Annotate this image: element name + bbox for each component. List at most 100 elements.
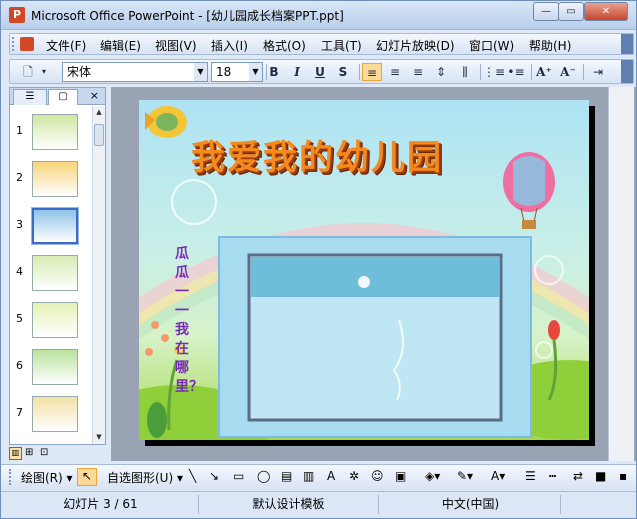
menu-grip-icon[interactable] [12,37,15,51]
font-color-icon[interactable]: A▾ [491,469,505,483]
menu-tools[interactable]: 工具(T) [321,37,362,54]
divider [583,64,584,80]
thumbnail-image[interactable] [31,207,79,245]
line-icon[interactable]: ╲ [189,469,196,483]
fill-color-icon[interactable]: ◈▾ [425,469,440,483]
slide-title[interactable]: 我爱我的幼儿园 [191,130,443,179]
menu-slideshow[interactable]: 幻灯片放映(D) [376,37,455,54]
dash-style-icon[interactable]: ┅ [549,469,556,483]
toolbar-options-icon[interactable]: ▾ [38,63,50,81]
menu-insert[interactable]: 插入(I) [211,37,248,54]
font-value: 宋体 [67,65,92,79]
close-icon[interactable]: × [90,89,99,102]
chevron-down-icon[interactable]: ▼ [194,63,207,81]
slideshow-view-icon[interactable]: ⊡ [40,447,48,458]
menu-window[interactable]: 窗口(W) [469,37,514,54]
thumbnail-image[interactable] [32,255,78,291]
slide-thumbnail[interactable]: 1 [10,112,92,156]
slide-thumbnail[interactable]: 5 [10,300,92,344]
slide-number: 1 [16,124,23,137]
3d-style-icon[interactable]: ▪ [619,469,627,483]
drawbar-grip-icon[interactable] [9,469,12,485]
bold-icon[interactable]: B [264,63,284,81]
slide-thumbnail[interactable]: 3 [10,206,92,250]
rectangle-icon[interactable]: ▭ [233,469,244,483]
slide-thumbnail[interactable]: 4 [10,253,92,297]
thumbnail-image[interactable] [32,349,78,385]
scroll-up-icon[interactable]: ▲ [93,106,105,119]
editor-scrollbar[interactable] [608,87,634,461]
slides-panel: ☰ ▢ × 1 2 3 4 5 6 7 ▲ ▼ [9,87,106,445]
slide-editor: 我爱我的幼儿园 瓜瓜一一我在哪里？ [111,87,636,461]
vertical-textbox-icon[interactable]: ▥ [303,469,314,483]
numbering-icon[interactable]: ⋮≡ [483,63,505,81]
increase-font-icon[interactable]: A⁺ [534,63,554,81]
close-button[interactable]: ✕ [584,2,628,21]
draw-menu[interactable]: 绘图(R) ▾ [21,469,73,486]
textbox-icon[interactable]: ▤ [281,469,292,483]
scroll-down-icon[interactable]: ▼ [93,431,105,444]
thumbnail-image[interactable] [32,114,78,150]
menu-view[interactable]: 视图(V) [155,37,197,54]
select-pointer-icon[interactable]: ↖ [77,468,97,486]
column-icon[interactable]: ⫼ [455,63,475,81]
slide-thumbnail[interactable]: 7 [10,394,92,438]
oval-icon[interactable]: ◯ [257,469,270,483]
indent-icon[interactable]: ⇥ [588,63,608,81]
align-left-icon[interactable]: ≡ [362,63,382,81]
minimize-button[interactable]: — [533,2,559,21]
decrease-font-icon[interactable]: A⁻ [558,63,578,81]
arrow-icon[interactable]: ↘ [209,469,219,483]
document-icon[interactable] [20,37,34,51]
window-title: Microsoft Office PowerPoint - [幼儿园成长档案PP… [31,9,344,23]
font-select[interactable]: 宋体 ▼ [62,62,208,82]
bullets-icon[interactable]: •≡ [506,63,526,81]
menu-edit[interactable]: 编辑(E) [100,37,141,54]
underline-icon[interactable]: U [310,63,330,81]
font-size-select[interactable]: 18 ▼ [211,62,263,82]
thumbnail-image[interactable] [32,396,78,432]
chevron-down-icon[interactable]: ▼ [249,63,262,81]
menu-format[interactable]: 格式(O) [263,37,306,54]
slides-icon[interactable]: ▢ [48,89,78,105]
photo-frame [218,236,532,438]
current-slide[interactable]: 我爱我的幼儿园 瓜瓜一一我在哪里？ [139,100,589,440]
diagram-icon[interactable]: ✲ [349,469,359,483]
arrow-style-icon[interactable]: ⇄ [573,469,583,483]
slide-number: 7 [16,406,23,419]
line-style-icon[interactable]: ☰ [525,469,536,483]
slide-side-text[interactable]: 瓜瓜一一我在哪里？ [175,245,203,397]
picture-icon[interactable]: ▣ [395,469,406,483]
italic-icon[interactable]: I [287,63,307,81]
thumbnails-scrollbar[interactable]: ▲ ▼ [92,106,105,444]
shadow-icon[interactable]: S [333,63,353,81]
design-template: 默认设计模板 [199,495,379,514]
align-right-icon[interactable]: ≡ [408,63,428,81]
menu-file[interactable]: 文件(F) [46,37,86,54]
normal-view-icon[interactable]: ▥ [9,447,22,460]
maximize-button[interactable]: ▭ [558,2,584,21]
outline-icon[interactable]: ☰ [13,89,47,105]
sorter-view-icon[interactable]: ⊞ [25,447,33,458]
thumbnail-image[interactable] [32,161,78,197]
language-status: 中文(中国) [381,495,561,514]
new-icon[interactable]: 🗋 [18,63,38,81]
center-icon[interactable]: ≡ [385,63,405,81]
toolbar-overflow-icon[interactable] [621,60,633,83]
slide-thumbnail[interactable]: 2 [10,159,92,203]
menu-overflow-icon[interactable] [621,34,633,54]
wordart-icon[interactable]: A [327,469,335,483]
autoshapes-menu[interactable]: 自选图形(U) ▾ [107,469,183,486]
thumbnail-image[interactable] [32,302,78,338]
distribute-icon[interactable]: ⇕ [431,63,451,81]
slide-thumbnail[interactable]: 6 [10,347,92,391]
menu-help[interactable]: 帮助(H) [529,37,571,54]
clipart-icon[interactable]: ☺ [371,469,384,483]
divider [531,64,532,80]
shadow-style-icon[interactable]: ■ [595,469,606,483]
line-color-icon[interactable]: ✎▾ [457,469,473,483]
slide-number: 2 [16,171,23,184]
scroll-thumb[interactable] [94,124,104,146]
view-buttons: ▥ ⊞ ⊡ [9,447,69,461]
panel-tabs: ☰ ▢ × [10,88,105,105]
